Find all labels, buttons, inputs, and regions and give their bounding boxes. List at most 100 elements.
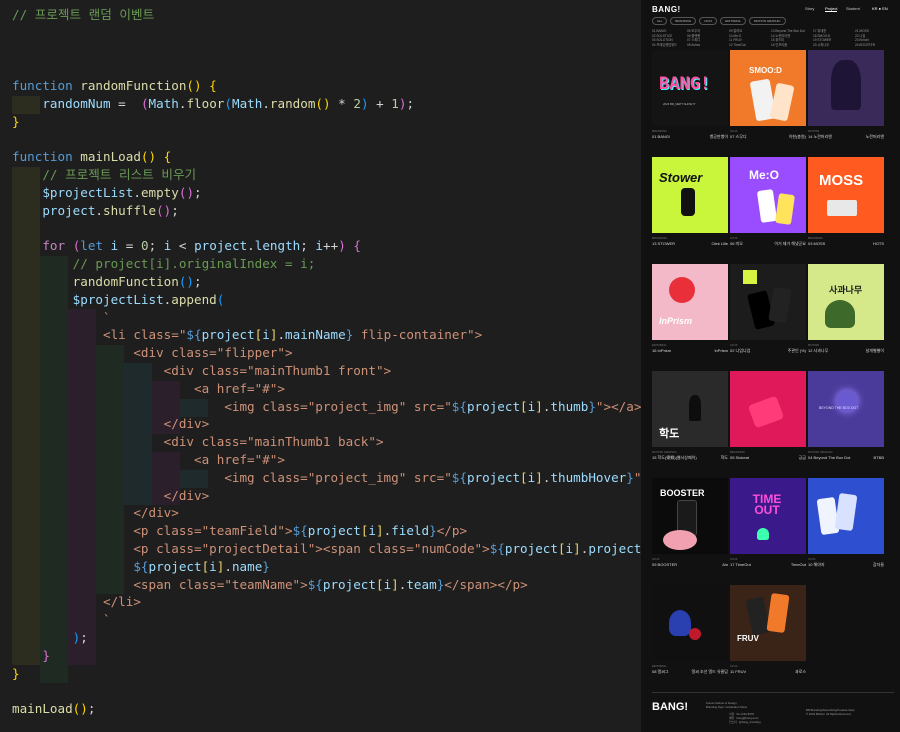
project-index-link[interactable]: 20 시퍼나무 [813, 43, 831, 48]
nav-story[interactable]: Story [805, 6, 814, 11]
project-team: 주관인 (%) [787, 348, 806, 353]
language-toggle[interactable]: KR ● EN [872, 6, 888, 11]
code-token: } [12, 113, 20, 129]
code-token: empty [140, 185, 179, 200]
nav-student[interactable]: Student [846, 6, 860, 11]
project-team: BTBB [873, 455, 884, 460]
filter-all[interactable]: ALL [652, 17, 668, 25]
project-index-link[interactable]: 08 Ashes [687, 43, 700, 48]
code-token: ; [194, 274, 202, 289]
project-name[interactable]: 11 FRUV [730, 669, 746, 674]
code-token: project [322, 576, 376, 592]
code-token: [ [520, 469, 528, 485]
code-token: project [504, 541, 558, 556]
code-token: <p class="projectDetail"><span class="nu… [133, 541, 490, 556]
project-index-link[interactable]: 05 모두의 [687, 29, 700, 34]
code-token: ${ [451, 398, 467, 414]
code-token: // 프로젝트 랜덤 이벤트 [12, 7, 155, 22]
bang-logo-art: BANG! [659, 74, 711, 94]
filter-branding[interactable]: BRANDING [670, 17, 697, 25]
code-token: $projectList [42, 185, 134, 200]
project-index-link[interactable]: 13 Beyond The Box Dot [771, 29, 805, 34]
app-tile [743, 270, 757, 284]
filter-motion[interactable]: MOTION GRAPHIC [749, 17, 786, 25]
code-line: </div> [12, 487, 210, 505]
project-field: UI/UX [730, 557, 738, 561]
project-index-link[interactable]: 16 인프리즘 [771, 43, 805, 48]
code-token: . [262, 96, 270, 111]
code-token: ${ [451, 469, 467, 485]
code-token: } [429, 523, 437, 539]
code-editor[interactable]: // 프로젝트 랜덤 이벤트 function randomFunction() … [0, 0, 641, 732]
code-token: team [406, 576, 437, 592]
code-token: </div> [133, 505, 179, 521]
project-index-column: 09 알려요 10 Me:O 11 FRUV 12 TimeOut [729, 29, 745, 47]
project-name[interactable]: 06 미오 [730, 241, 743, 247]
project-index-link[interactable]: 12 TimeOut [729, 43, 745, 48]
code-token: mainName [285, 327, 346, 343]
code-token: flip-container"> [353, 327, 483, 343]
code-token: <img class="project_img" src=" [224, 398, 452, 414]
project-team: 뱅공판뱅이 [709, 134, 728, 139]
project-index-column: 21 MOSS 22 니엄 23 Kimchi 24 BOOSTER [855, 29, 875, 47]
code-token: length [254, 238, 301, 254]
code-line: ); [12, 629, 88, 647]
code-token: mainLoad [12, 701, 73, 717]
inprism-title: InPrism [659, 316, 693, 326]
code-token: . [224, 558, 232, 574]
filter-editorial[interactable]: EDITORIAL [720, 17, 746, 25]
code-token: () [315, 96, 331, 111]
code-token: </li> [103, 594, 141, 610]
project-card[interactable] [652, 264, 728, 340]
code-token: name [231, 558, 263, 574]
project-field: MOTION GRAPHIC [652, 450, 677, 454]
project-name[interactable]: 07 스무디 [730, 134, 747, 140]
project-team: 과로스 [794, 669, 806, 674]
code-token: i [565, 541, 574, 556]
code-token: () { [186, 78, 217, 94]
project-field: UI/UX [730, 129, 738, 133]
project-card[interactable] [808, 157, 884, 233]
code-token: [ [557, 541, 566, 556]
project-team: 이거 제가 해냈군요 [774, 241, 806, 246]
code-line: function mainLoad() { [12, 148, 171, 166]
filter-uiux[interactable]: UI/UX [699, 17, 718, 25]
project-team: 날개별별이 [865, 348, 884, 353]
project-field: EDITORIAL [652, 343, 667, 347]
code-line: <div class="flipper"> [12, 344, 292, 362]
project-index-link[interactable]: 07 스피디 [687, 38, 700, 43]
code-token: project [42, 202, 96, 218]
project-name[interactable]: 08 얼씨그 [652, 669, 669, 675]
code-line: for (let i = 0; i < project.length; i++)… [12, 237, 361, 255]
footer-logo: BANG! [652, 701, 689, 713]
flower-art [669, 277, 695, 303]
nav-project[interactable]: Project [825, 6, 838, 12]
code-token: thumbHover [550, 469, 627, 485]
moss-title: MOSS [819, 172, 864, 189]
smood-title: SMOO:D [749, 66, 782, 75]
code-token: { [345, 238, 361, 254]
code-token: </div> [163, 416, 210, 432]
code-token: ${ [489, 541, 505, 556]
project-index-link[interactable]: 24 BOOSTER [855, 43, 875, 48]
code-token: () [72, 701, 88, 717]
project-index-column: 01 BANG! 02 SOLSTICE 03 SOLUTION 04 프레임랜덤위드 [652, 29, 677, 47]
project-name[interactable]: 03 MOSS [808, 241, 825, 246]
code-token: [ [520, 398, 528, 414]
site-logo[interactable]: BANG! [652, 5, 681, 14]
code-line: </div> [12, 415, 210, 433]
code-token: + [368, 96, 392, 111]
project-index-link[interactable]: 04 프레임랜덤위드 [652, 43, 677, 48]
laptop-mockup [827, 200, 857, 216]
code-line: <img class="project_img" src="${project[… [12, 469, 641, 487]
project-name[interactable]: 10 해야지 [808, 562, 825, 568]
project-index-link[interactable]: 19 STOWER [813, 38, 831, 43]
